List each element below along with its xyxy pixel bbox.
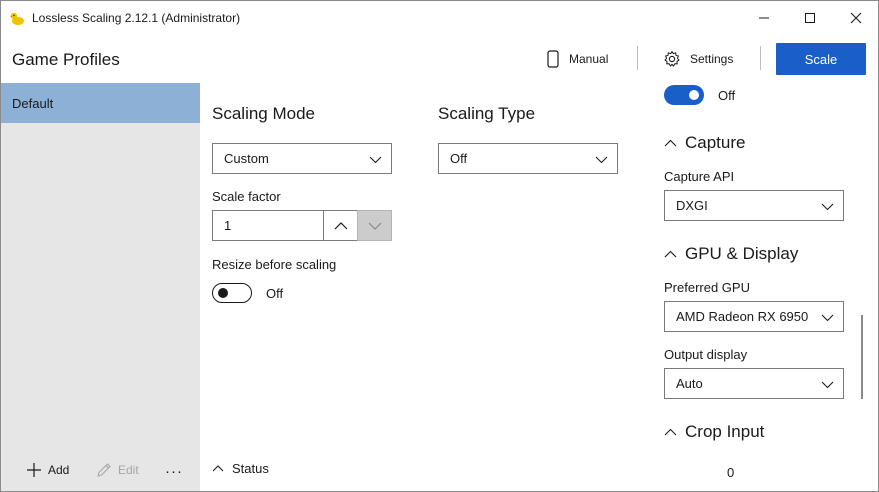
capture-api-select[interactable]: DXGI [664,190,844,221]
gpu-display-section-header[interactable]: GPU & Display [664,244,798,264]
settings-button[interactable]: Settings [663,47,733,71]
chevron-down-icon [369,156,382,164]
add-profile-button[interactable]: Add [26,462,69,478]
title-bar[interactable]: Lossless Scaling 2.12.1 (Administrator) [1,1,878,35]
scale-factor-input[interactable]: 1 [212,210,324,241]
output-display-value: Auto [676,376,703,391]
output-display-label: Output display [664,347,748,362]
add-label: Add [48,463,70,477]
scale-factor-increase-button[interactable] [323,210,358,241]
top-toggle-state: Off [718,88,736,103]
header-divider [637,46,638,70]
gear-icon [664,51,680,67]
scaling-mode-value: Custom [224,151,269,166]
capture-api-value: DXGI [676,198,708,213]
settings-label: Settings [690,52,734,66]
phone-icon [547,50,559,68]
resize-before-scaling-label: Resize before scaling [212,257,337,272]
close-icon [850,12,862,24]
top-toggle[interactable] [664,85,704,105]
plus-icon [27,463,41,477]
resize-before-scaling-toggle[interactable] [212,283,252,303]
page-title: Game Profiles [12,50,120,69]
chevron-up-icon [212,464,224,471]
capture-api-label: Capture API [664,169,735,184]
gpu-display-heading: GPU & Display [685,244,799,263]
scale-factor-stepper: 1 [212,210,392,241]
right-panel-scrollbar[interactable] [861,315,863,399]
chevron-up-icon [334,221,347,229]
scaling-type-heading: Scaling Type [438,104,536,123]
edit-profile-button[interactable]: Edit [96,462,139,478]
close-button[interactable] [833,1,878,35]
toggle-knob [218,288,228,298]
header-bar: Game Profiles Manual Settings Scale [1,35,878,83]
chevron-down-icon [821,381,834,389]
scaling-mode-heading: Scaling Mode [212,104,316,123]
pencil-icon [97,463,111,477]
manual-label: Manual [569,52,609,66]
manual-button[interactable]: Manual [546,47,608,71]
chevron-down-icon [595,156,608,164]
profiles-sidebar: Default Add Edit ··· [1,83,200,491]
preferred-gpu-value: AMD Radeon RX 6950 [676,309,809,324]
capture-section-header[interactable]: Capture [664,133,745,153]
sidebar-footer: Add Edit ··· [1,453,200,489]
preferred-gpu-select[interactable]: AMD Radeon RX 6950 [664,301,844,332]
status-expander[interactable]: Status [212,461,269,476]
toggle-knob [689,90,699,100]
scale-factor-decrease-button[interactable] [357,210,392,241]
chevron-down-icon [821,203,834,211]
duck-icon [10,12,24,25]
scale-factor-label: Scale factor [212,189,281,204]
scale-factor-value: 1 [224,218,232,233]
chevron-up-icon [664,250,677,257]
maximize-icon [805,13,815,23]
crop-input-heading: Crop Input [685,422,765,441]
output-display-select[interactable]: Auto [664,368,844,399]
resize-toggle-state: Off [266,286,284,301]
maximize-button[interactable] [787,1,833,35]
scaling-type-select[interactable]: Off [438,143,618,174]
profile-item-default[interactable]: Default [1,83,200,123]
profile-label: Default [12,96,54,111]
window-title: Lossless Scaling 2.12.1 (Administrator) [32,11,241,25]
chevron-down-icon [368,222,381,230]
status-label: Status [232,461,269,476]
chevron-up-icon [664,139,677,146]
minimize-icon [759,17,769,19]
capture-heading: Capture [685,133,746,152]
chevron-up-icon [664,428,677,435]
scale-button[interactable]: Scale [776,43,866,75]
crop-input-value: 0 [727,465,735,480]
chevron-down-icon [821,311,834,324]
edit-label: Edit [118,463,139,477]
app-window: Lossless Scaling 2.12.1 (Administrator) … [0,0,879,492]
preferred-gpu-label: Preferred GPU [664,280,750,295]
minimize-button[interactable] [741,1,787,35]
crop-input-section-header[interactable]: Crop Input [664,422,764,442]
scaling-mode-select[interactable]: Custom [212,143,392,174]
more-options-button[interactable]: ··· [165,463,183,480]
scaling-type-value: Off [450,151,468,166]
header-divider [760,46,761,70]
